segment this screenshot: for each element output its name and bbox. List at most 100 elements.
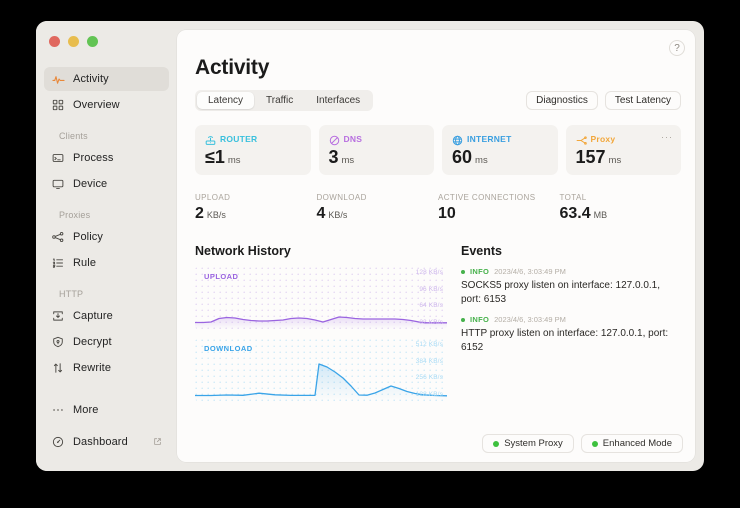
sidebar-item-rule[interactable]: Rule — [44, 251, 169, 275]
download-graph: DOWNLOAD 512 KB/s 384 KB/s 256 KB/s 128 … — [195, 339, 447, 401]
tab-latency[interactable]: Latency — [197, 92, 255, 109]
sidebar-item-overview[interactable]: Overview — [44, 93, 169, 117]
sidebar-item-more[interactable]: More — [44, 398, 169, 422]
tick: 128 KB/s — [415, 269, 443, 276]
test-latency-button[interactable]: Test Latency — [604, 91, 681, 110]
event-meta: INFO 2023/4/6, 3:03:49 PM — [461, 267, 681, 276]
info-dot-icon — [461, 269, 465, 274]
card-unit: ms — [341, 155, 355, 166]
enhanced-mode-toggle[interactable]: Enhanced Mode — [580, 434, 683, 453]
events-title: Events — [461, 244, 502, 258]
help-button[interactable]: ? — [669, 40, 685, 56]
sidebar-item-label: Decrypt — [73, 336, 112, 348]
system-proxy-toggle[interactable]: System Proxy — [482, 434, 574, 453]
event-message: HTTP proxy listen on interface: 127.0.0.… — [461, 328, 669, 353]
process-window-icon — [51, 151, 65, 165]
sidebar-item-rewrite[interactable]: Rewrite — [44, 356, 169, 380]
sidebar-item-label: Policy — [73, 231, 104, 243]
traffic-lights — [36, 29, 177, 47]
minimize-button[interactable] — [68, 36, 79, 47]
card-router[interactable]: ROUTER ≤1 ms — [195, 125, 311, 175]
sidebar-item-label: Capture — [73, 310, 113, 322]
stat-value-group: 63.4 MB — [560, 206, 682, 222]
stat-value: 2 — [195, 205, 204, 222]
network-history: Network History UPLOAD 128 KB/s 96 KB/s … — [195, 244, 447, 401]
tick: 32 KB/s — [419, 318, 443, 326]
grid-icon — [51, 98, 65, 112]
card-internet[interactable]: INTERNET 60 ms — [442, 125, 558, 175]
sidebar: Activity Overview Clients Process Device… — [36, 21, 177, 471]
stat-value-group: 4 KB/s — [317, 206, 439, 222]
sidebar-item-label: Rule — [73, 257, 97, 269]
tab-row: Latency Traffic Interfaces Diagnostics T… — [177, 80, 695, 111]
close-button[interactable] — [49, 36, 60, 47]
card-proxy[interactable]: Proxy 157 ms ··· — [565, 125, 681, 175]
event-meta: INFO 2023/4/6, 3:03:49 PM — [461, 315, 681, 324]
stat-unit: MB — [593, 210, 608, 220]
download-graph-ticks: 512 KB/s 384 KB/s 256 KB/s 128 KB/s — [416, 341, 443, 398]
stat-value-group: 10 — [438, 206, 560, 222]
card-value: 157 — [575, 147, 606, 167]
sidebar-item-label: Device — [73, 178, 108, 190]
event-time: 2023/4/6, 3:03:49 PM — [494, 315, 566, 324]
sidebar-item-dashboard[interactable]: Dashboard — [44, 430, 169, 454]
upload-graph-ticks: 128 KB/s 96 KB/s 64 KB/s 32 KB/s — [416, 269, 443, 326]
card-label: DNS — [343, 133, 363, 144]
sidebar-item-capture[interactable]: Capture — [44, 304, 169, 328]
diagnostics-button[interactable]: Diagnostics — [526, 91, 598, 110]
stat-value: 4 — [316, 205, 326, 222]
sidebar-item-label: Overview — [73, 99, 120, 111]
sidebar-section-clients: Clients — [59, 131, 88, 141]
event-message: SOCKS5 proxy listen on interface: 127.0.… — [461, 280, 660, 305]
globe-icon — [452, 133, 463, 146]
tab-traffic[interactable]: Traffic — [255, 92, 304, 109]
main-panel: ? Activity Latency Traffic Interfaces Di… — [177, 30, 695, 462]
sidebar-item-device[interactable]: Device — [44, 172, 169, 196]
monitor-icon — [51, 177, 65, 191]
stat-download: DOWNLOAD 4 KB/s — [317, 193, 439, 222]
card-unit: ms — [475, 155, 488, 166]
router-icon — [205, 133, 216, 145]
lower-section: Network History UPLOAD 128 KB/s 96 KB/s … — [177, 222, 695, 401]
tab-interfaces[interactable]: Interfaces — [305, 92, 371, 109]
ellipsis-icon — [51, 403, 65, 417]
sidebar-item-policy[interactable]: Policy — [44, 225, 169, 249]
tick: 128 KB/s — [415, 390, 443, 398]
status-dot-icon — [493, 440, 500, 447]
card-header: ROUTER — [205, 133, 301, 145]
card-value: 60 — [452, 147, 473, 167]
status-label: System Proxy — [504, 438, 563, 449]
stat-value: 10 — [438, 205, 456, 222]
card-header: DNS — [329, 133, 425, 146]
card-dns[interactable]: DNS 3 ms — [318, 125, 434, 175]
external-link-icon — [153, 433, 162, 451]
card-menu-button[interactable]: ··· — [661, 132, 673, 142]
stat-value-group: 2 KB/s — [195, 206, 317, 222]
stat-active-connections: ACTIVE CONNECTIONS 10 — [438, 193, 560, 222]
network-history-title: Network History — [195, 244, 291, 258]
sidebar-item-label: Rewrite — [73, 362, 112, 374]
card-value: 3 — [328, 147, 339, 167]
stat-label: UPLOAD — [195, 193, 231, 202]
stats-row: UPLOAD 2 KB/s DOWNLOAD 4 KB/s ACTIVE CON… — [177, 175, 695, 222]
app-window: Activity Overview Clients Process Device… — [36, 21, 704, 471]
event-item[interactable]: INFO 2023/4/6, 3:03:49 PM HTTP proxy lis… — [461, 315, 681, 354]
zoom-button[interactable] — [87, 36, 98, 47]
sidebar-item-decrypt[interactable]: Decrypt — [44, 330, 169, 354]
events-section: Events INFO 2023/4/6, 3:03:49 PM SOCKS5 … — [461, 244, 681, 401]
sidebar-section-http: HTTP — [59, 289, 84, 299]
card-value: ≤1 — [205, 147, 225, 167]
status-bar: System Proxy Enhanced Mode — [482, 434, 683, 453]
share-nodes-icon — [51, 230, 65, 244]
sidebar-item-process[interactable]: Process — [44, 146, 169, 170]
shield-lock-icon — [51, 335, 65, 349]
event-item[interactable]: INFO 2023/4/6, 3:03:49 PM SOCKS5 proxy l… — [461, 267, 681, 306]
page-title: Activity — [195, 56, 270, 79]
dashboard-gauge-icon — [51, 435, 65, 449]
card-label: ROUTER — [220, 133, 258, 144]
sidebar-item-activity[interactable]: Activity — [44, 67, 169, 91]
info-dot-icon — [461, 317, 465, 322]
card-value-group: 3 ms — [329, 148, 425, 166]
status-label: Enhanced Mode — [602, 438, 672, 449]
